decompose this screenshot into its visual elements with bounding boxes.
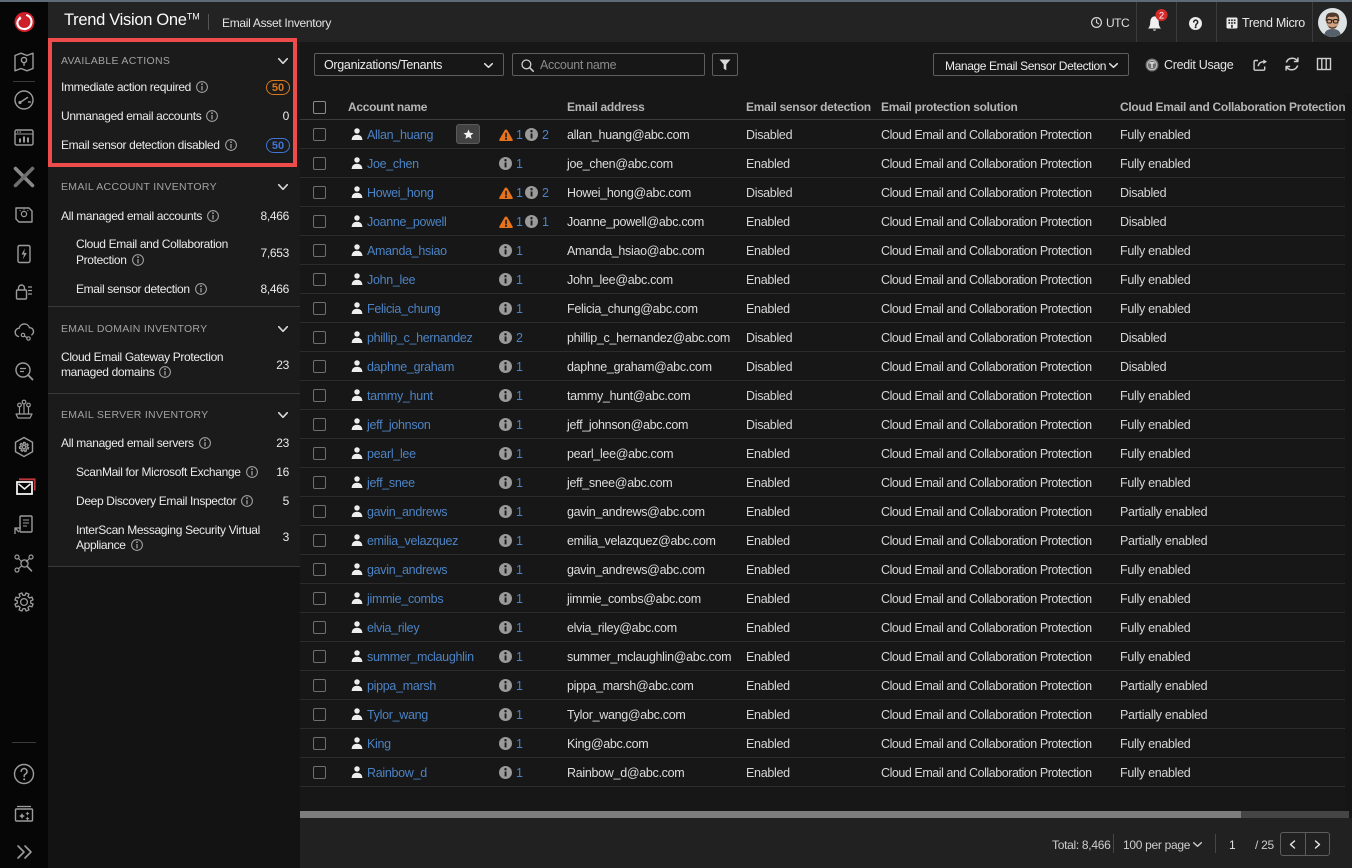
svg-text:2: 2 (1159, 11, 1164, 22)
